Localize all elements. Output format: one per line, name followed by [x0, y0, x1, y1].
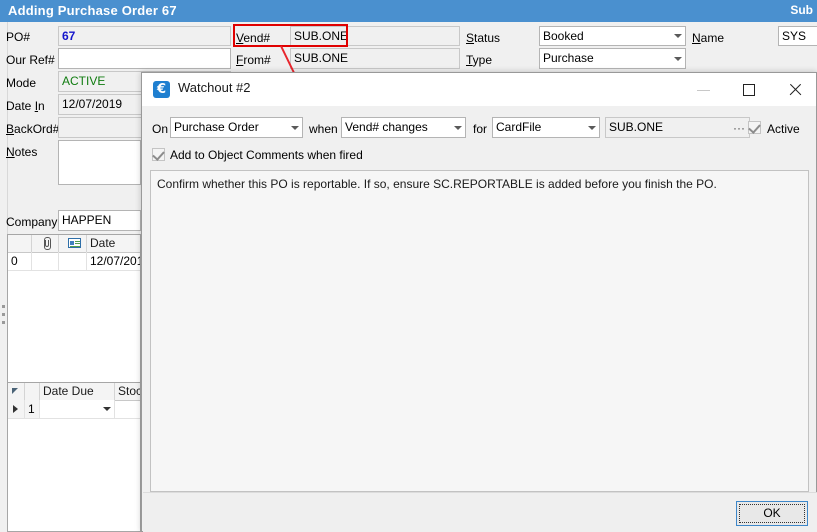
page-title: Adding Purchase Order 67: [8, 3, 177, 18]
chevron-down-icon[interactable]: [454, 125, 462, 130]
on-object-select[interactable]: Purchase Order: [170, 117, 303, 138]
minimize-button[interactable]: [682, 73, 727, 106]
table-row[interactable]: 1: [8, 400, 140, 419]
grid-col-rownum: [8, 235, 32, 252]
lines-grid-header: Date Due Stock: [8, 383, 140, 401]
maximize-button[interactable]: [727, 73, 772, 106]
maximize-icon: [743, 84, 755, 96]
grid-col-rownum2: [25, 383, 40, 400]
type-select[interactable]: Purchase: [539, 48, 686, 69]
cell-date[interactable]: 12/07/2019: [87, 252, 140, 271]
grid-col-attachment[interactable]: [32, 235, 59, 252]
note-icon: [68, 238, 81, 248]
chevron-down-icon[interactable]: [674, 34, 682, 38]
dialog-title: Watchout #2: [178, 80, 251, 95]
grid-col-date[interactable]: Date: [87, 235, 140, 252]
grid-col-note[interactable]: [59, 235, 87, 252]
our-ref-field[interactable]: [58, 48, 231, 69]
lines-grid[interactable]: Date Due Stock 1: [7, 382, 141, 532]
titlebar-right-text: Sub: [790, 3, 813, 17]
chevron-down-icon[interactable]: [674, 56, 682, 61]
when-event-select[interactable]: Vend# changes: [341, 117, 466, 138]
on-label: On: [152, 122, 169, 136]
main-window-titlebar: Adding Purchase Order 67 Sub: [0, 0, 817, 22]
attachments-grid[interactable]: Date 0 12/07/2019: [7, 234, 141, 395]
for-key-lookup-button[interactable]: ···: [730, 119, 748, 136]
backord-label: BackOrd#: [6, 122, 60, 136]
chevron-down-icon[interactable]: [103, 407, 111, 411]
cell-attachment[interactable]: [32, 252, 59, 271]
current-row-arrow-icon: [13, 405, 18, 413]
close-button[interactable]: [772, 73, 817, 106]
type-value: Purchase: [543, 51, 594, 65]
grid-col-selector[interactable]: [8, 383, 25, 400]
for-label: for: [473, 122, 488, 136]
dialog-body: On Purchase Order when Vend# changes for…: [142, 108, 816, 499]
name-field[interactable]: SYS: [778, 26, 817, 46]
ok-button-label: OK: [763, 506, 781, 520]
attachment-icon: [42, 237, 51, 250]
cell-rownum: 1: [25, 400, 40, 419]
check-icon: [748, 121, 761, 134]
company-field[interactable]: HAPPEN: [58, 210, 141, 231]
for-entity-select[interactable]: CardFile: [492, 117, 600, 138]
vend-number-label: Vend#: [236, 31, 271, 45]
check-icon: [152, 148, 165, 161]
grid-col-date-due[interactable]: Date Due: [40, 383, 115, 400]
cell-row-indicator: [8, 400, 25, 419]
watchout-app-icon: €: [153, 81, 170, 98]
add-comments-checkbox[interactable]: [152, 148, 165, 161]
cell-note[interactable]: [59, 252, 87, 271]
active-checkbox[interactable]: [748, 121, 761, 134]
vend-number-field[interactable]: SUB.ONE: [290, 26, 460, 46]
po-number-field[interactable]: 67: [58, 26, 231, 46]
application-window: Adding Purchase Order 67 Sub PO# 67 Our …: [0, 0, 817, 532]
date-in-label: Date In: [6, 99, 45, 113]
when-event-value: Vend# changes: [345, 120, 428, 134]
status-value: Booked: [543, 29, 584, 43]
cell-stock[interactable]: [115, 400, 140, 419]
cell-rownum: 0: [8, 252, 32, 271]
table-row[interactable]: 0 12/07/2019: [8, 252, 140, 271]
on-object-value: Purchase Order: [174, 120, 259, 134]
po-number-label: PO#: [6, 30, 31, 44]
company-label: Company: [6, 215, 58, 229]
chevron-down-icon[interactable]: [588, 125, 596, 130]
cell-date-due[interactable]: [40, 400, 115, 419]
watchout-dialog: € Watchout #2 On Purchase Order when Ven…: [141, 72, 817, 532]
status-label: Status: [466, 31, 501, 45]
attachments-grid-header: Date: [8, 235, 140, 253]
ok-button[interactable]: OK: [736, 501, 808, 526]
active-label: Active: [767, 122, 800, 136]
chevron-down-icon[interactable]: [291, 125, 299, 130]
dialog-titlebar[interactable]: € Watchout #2: [142, 73, 816, 106]
notes-label: Notes: [6, 145, 38, 159]
our-ref-label: Our Ref#: [6, 53, 55, 67]
for-entity-value: CardFile: [496, 120, 542, 134]
type-label: Type: [466, 53, 493, 67]
for-key-field[interactable]: SUB.ONE: [605, 117, 750, 138]
grid-col-stock[interactable]: Stock: [115, 383, 140, 400]
notes-textarea[interactable]: [58, 140, 141, 185]
add-comments-label: Add to Object Comments when fired: [170, 148, 363, 162]
watchout-message-textarea[interactable]: Confirm whether this PO is reportable. I…: [150, 170, 809, 492]
minimize-icon: [697, 90, 710, 91]
from-number-field[interactable]: SUB.ONE: [290, 48, 460, 69]
status-select[interactable]: Booked: [539, 26, 686, 46]
dialog-footer: OK: [143, 492, 817, 532]
select-all-triangle-icon: [12, 388, 18, 394]
mode-label: Mode: [6, 76, 37, 90]
watchout-icon-glyph: €: [156, 82, 167, 97]
splitter-grip: [2, 305, 5, 333]
from-number-label: From#: [236, 53, 271, 67]
name-label: Name: [692, 31, 725, 45]
when-label: when: [309, 122, 338, 136]
